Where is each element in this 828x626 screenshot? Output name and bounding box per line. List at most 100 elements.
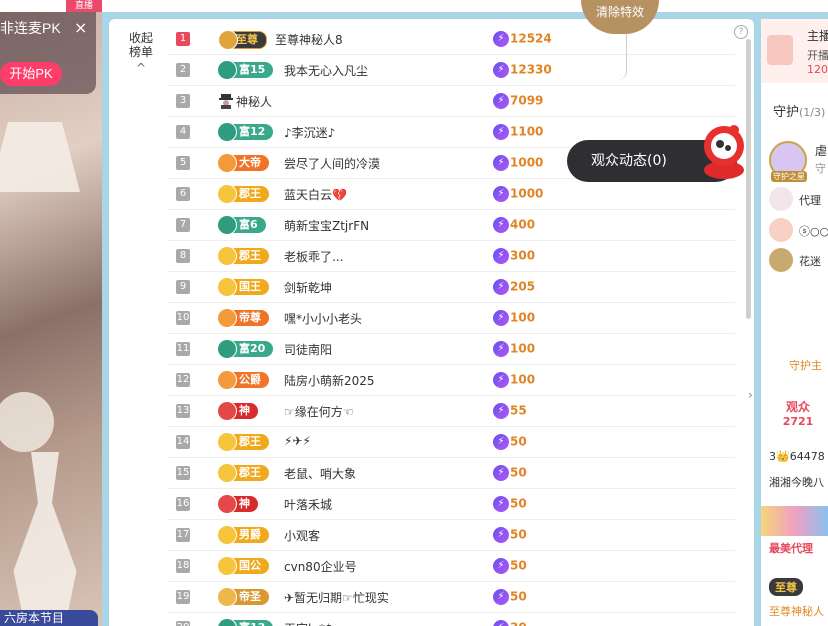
value-text: 30 — [510, 621, 527, 626]
guard-row[interactable]: 代理 — [769, 187, 828, 213]
live-video[interactable] — [0, 12, 102, 626]
user-name[interactable]: 蓝天白云💔 — [284, 186, 347, 203]
audience-tab[interactable]: 观众 2721 — [768, 398, 828, 438]
list-item[interactable]: 3👑64478 — [769, 450, 825, 463]
table-row[interactable]: 12 公爵 陆房小萌新2025 ⚡ 100 — [167, 365, 735, 396]
program-banner[interactable]: 六房本节目 — [0, 610, 98, 626]
user-name[interactable]: 嘿*小小小老头 — [284, 310, 362, 327]
rank-number: 20 — [176, 621, 190, 626]
user-name[interactable]: 尝尽了人间的冷漠 — [284, 155, 380, 172]
start-pk-button[interactable]: 开始PK — [0, 62, 62, 86]
table-row[interactable]: 15 郡王 老鼠、哨大象 ⚡ 50 — [167, 458, 735, 489]
user-name[interactable]: ✈暂无归期☞忙现实 — [284, 589, 389, 606]
table-row[interactable]: 19 帝圣 ✈暂无归期☞忙现实 ⚡ 50 — [167, 582, 735, 613]
list-item[interactable]: 湘湘今晚八 — [769, 474, 824, 490]
user-name[interactable]: 我本无心入凡尘 — [284, 62, 368, 79]
user-name[interactable]: 萌新宝宝ZtjrFN — [284, 217, 369, 234]
user-name[interactable]: ♪李沉迷♪ — [284, 124, 335, 141]
guard-row[interactable]: ⓢ○○ — [769, 218, 828, 244]
value-text: 50 — [510, 434, 527, 449]
table-row[interactable]: 16 神 叶落禾城 ⚡ 50 — [167, 489, 735, 520]
table-row[interactable]: 9 国王 剑斩乾坤 ⚡ 205 — [167, 272, 735, 303]
guard-row[interactable]: 花迷 — [769, 248, 828, 274]
user-name[interactable]: 老板乖了... — [284, 248, 343, 265]
rank-number: 6 — [176, 187, 190, 201]
table-row[interactable]: 11 富20 司徒南阳 ⚡ 100 — [167, 334, 735, 365]
user-name[interactable]: 司徒南阳 — [284, 341, 332, 358]
user-name[interactable]: 至尊神秘人8 — [275, 31, 343, 48]
user-name[interactable]: 剑斩乾坤 — [284, 279, 332, 296]
lightning-icon: ⚡ — [493, 465, 509, 481]
contribution-value: ⚡ 50 — [493, 527, 527, 543]
rank-number: 14 — [176, 435, 190, 449]
badge-icon — [217, 587, 237, 607]
anchor-card[interactable]: 主播 开播 120 — [761, 19, 828, 83]
guard-sub: 守 — [815, 162, 826, 175]
badge-icon — [217, 215, 237, 235]
rank-number: 11 — [176, 342, 190, 356]
user-name[interactable]: ⚡✈⚡ — [284, 434, 311, 448]
badge-icon — [217, 60, 237, 80]
rank-number: 13 — [176, 404, 190, 418]
user-name[interactable]: 老鼠、哨大象 — [284, 465, 356, 482]
table-row[interactable]: 17 男爵 小观客 ⚡ 50 — [167, 520, 735, 551]
table-row[interactable]: 8 郡王 老板乖了... ⚡ 300 — [167, 241, 735, 272]
mascot-icon[interactable] — [698, 122, 750, 180]
badge-label: 至尊 — [236, 33, 258, 46]
lightning-icon: ⚡ — [493, 186, 509, 202]
audience-label: 观众 — [785, 400, 810, 414]
table-row[interactable]: 10 帝尊 嘿*小小小老头 ⚡ 100 — [167, 303, 735, 334]
contribution-value: ⚡ 1000 — [493, 186, 543, 202]
guard-row-name: ⓢ○○ — [799, 225, 828, 238]
table-row[interactable]: 3 神秘人 ⚡ 7099 — [167, 86, 735, 117]
contribution-value: ⚡ 50 — [493, 589, 527, 605]
guard-anchor-link[interactable]: 守护主 — [789, 357, 822, 373]
rank-number: 16 — [176, 497, 190, 511]
table-row[interactable]: 20 富13 天空lg*$ ⚡30 — [167, 613, 735, 626]
rank-badge: 帝尊 — [217, 308, 269, 328]
chevron-right-icon[interactable]: › — [748, 388, 760, 404]
table-row[interactable]: 14 郡王 ⚡✈⚡ ⚡ 50 — [167, 427, 735, 458]
avatar — [769, 248, 793, 272]
badge-icon — [217, 494, 237, 514]
user-name[interactable]: 叶落禾城 — [284, 496, 332, 513]
table-row[interactable]: 18 国公 cvn80企业号 ⚡ 50 — [167, 551, 735, 582]
collapse-ranking-tab[interactable]: 收起 榜单 ^ — [121, 31, 161, 75]
badge-label: 帝尊 — [239, 311, 261, 324]
value-text: 7099 — [510, 93, 544, 108]
table-row[interactable]: 6 郡王 蓝天白云💔 ⚡ 1000 — [167, 179, 735, 210]
user-name[interactable]: 天空lg*$ — [284, 620, 333, 626]
badge-icon — [217, 370, 237, 390]
close-icon[interactable]: × — [74, 18, 87, 37]
user-name[interactable]: 神秘人 — [236, 93, 272, 110]
lightning-icon: ⚡ — [493, 155, 509, 171]
badge-label: 国公 — [239, 559, 261, 572]
table-row[interactable]: 7 富6 萌新宝宝ZtjrFN ⚡ 400 — [167, 210, 735, 241]
user-name[interactable]: 陆房小萌新2025 — [284, 372, 375, 389]
table-row[interactable]: 2 富15 我本无心入凡尘 ⚡ 12330 — [167, 55, 735, 86]
user-name[interactable]: cvn80企业号 — [284, 558, 357, 575]
mystery-user-icon — [219, 93, 233, 109]
guard-name[interactable]: 虐 — [815, 142, 827, 159]
list-item-banner[interactable] — [761, 506, 828, 536]
table-row[interactable]: 13 神 ☞缘在何方☜ ⚡ 55 — [167, 396, 735, 427]
lightning-icon: ⚡ — [493, 341, 509, 357]
rank-badge: 富15 — [217, 60, 274, 80]
table-row[interactable]: 1 至尊 至尊神秘人8 ⚡ 12524 — [167, 24, 735, 55]
list-item[interactable]: 至尊神秘人 — [769, 603, 824, 619]
avatar — [769, 187, 793, 211]
rank-number: 1 — [176, 32, 190, 46]
user-name[interactable]: 小观客 — [284, 527, 320, 544]
lightning-icon: ⚡ — [493, 434, 509, 450]
rank-number: 4 — [176, 125, 190, 139]
rank-badge: 至尊 — [218, 30, 267, 50]
list-item[interactable]: 最美代理 — [769, 540, 813, 556]
badge-label: 男爵 — [239, 528, 261, 541]
rank-badge: 神 — [217, 494, 258, 514]
rank-badge: 富20 — [217, 339, 274, 359]
user-name[interactable]: ☞缘在何方☜ — [284, 403, 354, 420]
value-text: 1100 — [510, 124, 544, 139]
rank-badge: 帝圣 — [217, 587, 269, 607]
help-icon[interactable]: ? — [734, 25, 748, 39]
badge-icon — [217, 308, 237, 328]
